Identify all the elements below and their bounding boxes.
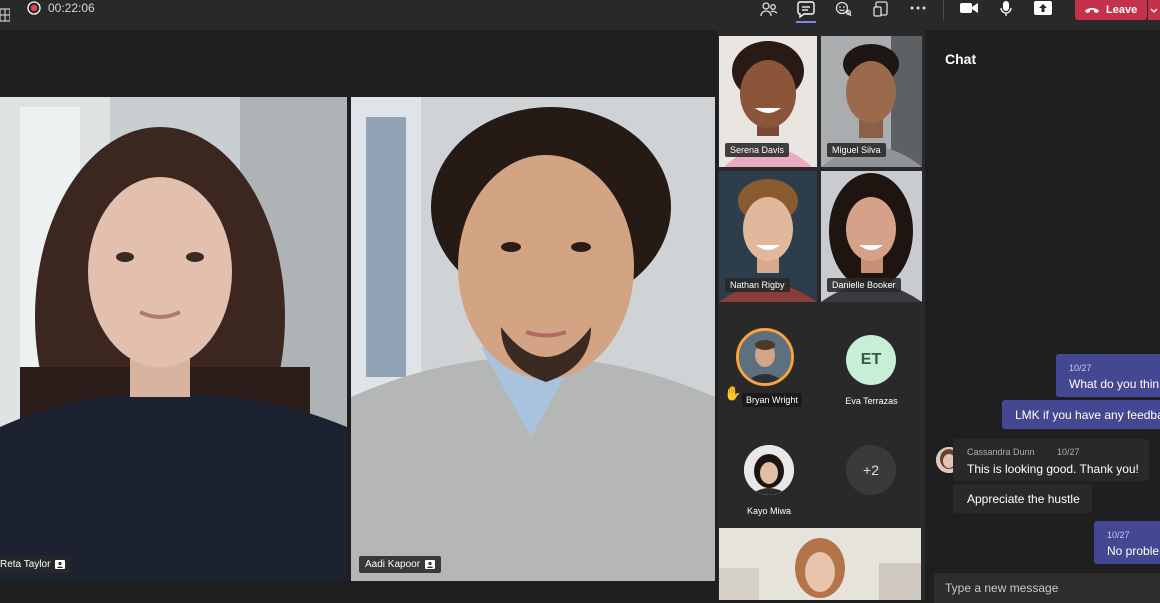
participant-video-tile[interactable]: Reta Taylor — [0, 97, 347, 581]
participant-name: Eva Terrazas — [845, 396, 898, 406]
participant-video-tile[interactable]: Nathan Rigby — [719, 171, 817, 302]
participant-name-label: Aadi Kapoor — [359, 556, 442, 573]
message-sender: Cassandra Dunn — [967, 447, 1035, 457]
more-participants-button[interactable]: +2 — [846, 445, 896, 495]
participant-video-tile[interactable]: Danielle Booker — [821, 171, 922, 302]
participant-avatar-tile[interactable]: ✋ Bryan Wright — [719, 310, 819, 415]
participant-name: Bryan Wright — [746, 395, 798, 405]
self-view-video[interactable] — [719, 528, 921, 600]
breakout-rooms-icon[interactable] — [871, 0, 891, 18]
leave-options-button[interactable] — [1148, 0, 1160, 20]
chat-message-sent[interactable]: 10/27 No proble — [1094, 521, 1160, 564]
participant-name: Nathan Rigby — [730, 280, 785, 290]
apps-grid-icon[interactable] — [0, 8, 10, 22]
participant-name: Miguel Silva — [832, 145, 881, 155]
message-timestamp: 10/27 — [1069, 363, 1092, 373]
recording-icon — [26, 0, 42, 16]
participant-name-label: Serena Davis — [725, 143, 790, 157]
participant-video-tile[interactable]: Miguel Silva — [821, 36, 922, 167]
contact-card-icon — [425, 560, 436, 569]
message-text: What do you thin — [1069, 377, 1160, 391]
participant-video — [719, 528, 921, 600]
reactions-icon[interactable] — [834, 0, 854, 18]
leave-label: Leave — [1106, 4, 1138, 16]
raised-hand-icon: ✋ — [724, 385, 742, 401]
camera-icon[interactable] — [958, 0, 980, 16]
message-text: No proble — [1107, 544, 1160, 558]
meeting-timer: 00:22:06 — [48, 1, 95, 15]
participant-name: Serena Davis — [730, 145, 785, 155]
avatar-initials: ET — [846, 335, 896, 385]
participant-video-tile[interactable]: Serena Davis — [719, 36, 817, 167]
chat-message-sent[interactable]: LMK if you have any feedbac — [1002, 400, 1160, 429]
participant-avatar-tile[interactable]: ET Eva Terrazas — [821, 310, 922, 415]
participant-name: Danielle Booker — [832, 280, 896, 290]
message-timestamp: 10/27 — [1057, 447, 1080, 457]
share-screen-icon[interactable] — [1033, 0, 1053, 16]
message-text: Appreciate the hustle — [967, 492, 1080, 506]
contact-card-icon — [55, 560, 66, 569]
participant-name-label: Nathan Rigby — [725, 278, 790, 292]
participant-name-label: Reta Taylor — [0, 556, 72, 573]
overflow-count: +2 — [863, 462, 879, 478]
participant-name: Kayo Miwa — [746, 506, 791, 516]
participant-video-tile[interactable]: Aadi Kapoor — [351, 97, 715, 581]
chat-message-received[interactable]: Appreciate the hustle — [953, 484, 1092, 513]
participant-name-label: Bryan Wright — [742, 393, 802, 407]
participant-gallery: Serena Davis Miguel Silva Nathan Rigby D… — [718, 30, 925, 600]
participant-name: Aadi Kapoor — [365, 559, 421, 570]
participant-avatar-tile[interactable]: Kayo Miwa — [719, 425, 819, 525]
leave-button[interactable]: Leave — [1075, 0, 1147, 20]
more-options-icon[interactable] — [907, 0, 929, 16]
message-text: LMK if you have any feedbac — [1015, 408, 1160, 422]
chevron-down-icon — [1150, 8, 1158, 13]
participant-name-label: Miguel Silva — [827, 143, 886, 157]
chat-panel: Chat 10/27 What do you thin LMK if you h… — [925, 30, 1160, 603]
microphone-icon[interactable] — [997, 0, 1015, 18]
chat-title: Chat — [945, 51, 977, 67]
message-timestamp: 10/27 — [1107, 530, 1130, 540]
participant-name-label: Danielle Booker — [827, 278, 901, 292]
chat-message-sent[interactable]: 10/27 What do you thin — [1056, 354, 1160, 397]
message-text: This is looking good. Thank you! — [967, 462, 1139, 476]
chat-active-indicator — [796, 21, 816, 23]
participant-name: Reta Taylor — [0, 559, 51, 570]
meeting-toolbar: 00:22:06 Leave — [0, 0, 1160, 30]
people-icon[interactable] — [759, 0, 779, 18]
chat-icon[interactable] — [796, 0, 816, 18]
main-stage: Reta Taylor Aadi Kapoor — [0, 30, 718, 600]
chat-compose-input[interactable] — [934, 573, 1160, 603]
participant-video — [351, 97, 715, 581]
participant-video — [0, 97, 347, 581]
avatar — [744, 445, 794, 495]
phone-hangup-icon — [1084, 6, 1100, 14]
toolbar-divider — [943, 0, 944, 20]
chat-message-received[interactable]: Cassandra Dunn 10/27 This is looking goo… — [953, 439, 1149, 481]
avatar — [736, 328, 794, 386]
